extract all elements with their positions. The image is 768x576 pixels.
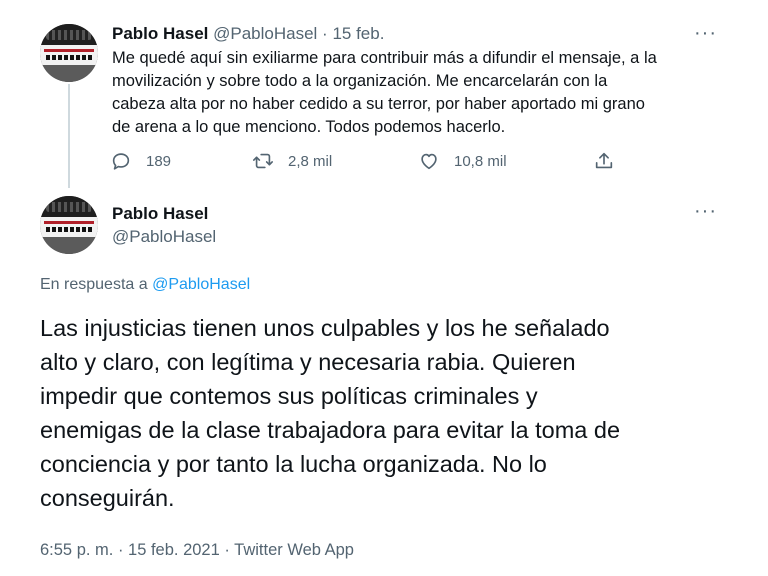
tweet-text-line: de arena a lo que menciono. Todos podemo… [112, 118, 506, 136]
tweet-text: Me quedé aquí sin exiliarme para contrib… [112, 47, 732, 139]
reply-button[interactable]: 189 [110, 150, 171, 172]
tweet-text-line: enemigas de la clase trabajadora para ev… [40, 417, 621, 443]
reply-context: En respuesta a @PabloHasel [40, 276, 250, 294]
tweet-text-line: Las injusticias tienen unos culpables y … [40, 315, 610, 341]
avatar[interactable] [40, 24, 98, 82]
retweet-count: 2,8 mil [288, 152, 333, 170]
retweet-button[interactable]: 2,8 mil [252, 150, 332, 172]
share-button[interactable] [593, 150, 615, 172]
reply-icon [112, 153, 130, 170]
reply-prefix: En respuesta a [40, 276, 153, 293]
like-icon [421, 153, 437, 170]
retweet-icon [253, 153, 273, 169]
tweet-text-line: conciencia y por tanto la lucha organiza… [40, 451, 547, 477]
share-icon [595, 152, 613, 169]
more-options-icon[interactable]: ··· [694, 201, 717, 221]
tweet-text-line: alto y claro, con legítima y necesaria r… [40, 349, 576, 375]
like-count: 10,8 mil [454, 152, 507, 170]
separator: · [322, 24, 328, 43]
like-button[interactable]: 10,8 mil [418, 150, 507, 172]
thread-line [68, 84, 70, 188]
tweet-date[interactable]: 15 feb. [332, 24, 384, 43]
tweet-text-line: conseguirán. [40, 485, 175, 511]
handle[interactable]: @PabloHasel [213, 24, 317, 43]
handle[interactable]: @PabloHasel [112, 227, 216, 247]
reply-count: 189 [146, 152, 172, 170]
more-options-icon[interactable]: ··· [694, 23, 717, 43]
display-name[interactable]: Pablo Hasel [112, 204, 208, 224]
reply-to-handle-link[interactable]: @PabloHasel [152, 276, 250, 293]
display-name[interactable]: Pablo Hasel [112, 24, 208, 43]
tweet-text-line: Me quedé aquí sin exiliarme para contrib… [112, 49, 657, 67]
tweet-text-line: movilización y sobre todo a la organizac… [112, 72, 608, 90]
tweet-header: Pablo Hasel @PabloHasel · 15 feb. [112, 24, 384, 44]
tweet-timestamp[interactable]: 6:55 p. m. · 15 feb. 2021 · Twitter Web … [40, 541, 354, 560]
tweet-text: Las injusticias tienen unos culpables y … [40, 311, 740, 515]
tweet-text-line: cabeza alta por no haber cedido a su ter… [112, 95, 645, 113]
avatar[interactable] [40, 196, 98, 254]
tweet-text-line: impedir que contemos sus políticas crimi… [40, 383, 538, 409]
